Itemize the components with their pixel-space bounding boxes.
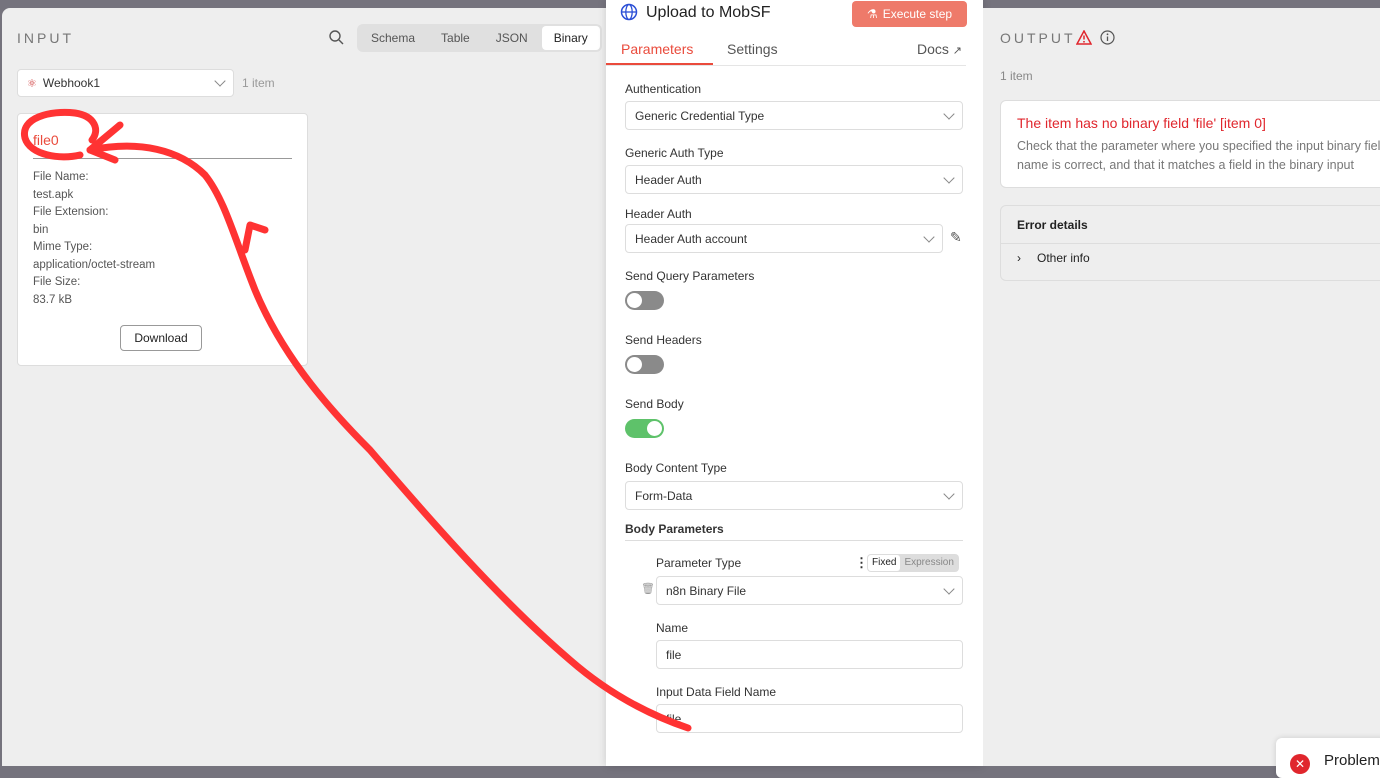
divider xyxy=(625,540,963,541)
input-item-count: 1 item xyxy=(242,76,275,90)
send-query-toggle[interactable] xyxy=(625,291,664,310)
chevron-down-icon xyxy=(214,75,226,87)
mode-fixed[interactable]: Fixed xyxy=(868,555,901,571)
edit-pencil-icon[interactable]: ✎ xyxy=(950,229,962,246)
parameter-type-label: Parameter Type xyxy=(656,556,742,570)
header-auth-label: Header Auth xyxy=(625,207,692,221)
error-description: Check that the parameter where you speci… xyxy=(1017,139,1380,172)
input-data-field-input[interactable]: file xyxy=(656,704,963,733)
error-card: The item has no binary field 'file' [ite… xyxy=(1000,100,1380,188)
header-auth-select[interactable]: Header Auth account xyxy=(625,224,943,253)
chevron-down-icon xyxy=(943,171,955,184)
divider xyxy=(1001,243,1380,244)
parameter-type-select[interactable]: n8n Binary File xyxy=(656,576,963,605)
search-icon[interactable] xyxy=(329,30,344,45)
send-body-label: Send Body xyxy=(625,397,684,411)
output-title: OUTPUT xyxy=(1000,30,1076,46)
error-title: The item has no binary field 'file' [ite… xyxy=(1017,115,1266,131)
field-value: application/octet-stream xyxy=(33,258,156,271)
info-icon[interactable] xyxy=(1100,30,1115,45)
send-headers-toggle[interactable] xyxy=(625,355,664,374)
toast-title: Problem xyxy=(1324,752,1380,769)
field-value: 83.7 kB xyxy=(33,293,72,306)
body-parameters-label: Body Parameters xyxy=(625,522,724,536)
name-input[interactable]: file xyxy=(656,640,963,669)
name-label: Name xyxy=(656,621,689,635)
view-tabs: Schema Table JSON Binary xyxy=(357,24,602,52)
authentication-label: Authentication xyxy=(625,82,702,96)
binary-key: file0 xyxy=(33,132,59,148)
error-toast: ✕ Problem xyxy=(1276,738,1380,778)
other-info-toggle[interactable]: › Other info xyxy=(1017,251,1090,265)
tab-table[interactable]: Table xyxy=(429,26,482,50)
input-title: INPUT xyxy=(17,30,74,46)
external-link-icon: ↗ xyxy=(952,45,963,57)
field-label: File Size: xyxy=(33,276,81,288)
node-title: Upload to MobSF xyxy=(646,4,771,21)
warning-icon xyxy=(1076,30,1092,45)
tab-json[interactable]: JSON xyxy=(484,26,540,50)
body-content-type-select[interactable]: Form-Data xyxy=(625,481,963,510)
send-query-label: Send Query Parameters xyxy=(625,269,755,283)
error-details-label: Error details xyxy=(1017,218,1088,232)
globe-icon xyxy=(620,3,638,21)
chevron-right-icon: › xyxy=(1017,251,1021,265)
trash-icon[interactable]: 🗑 xyxy=(641,582,655,595)
webhook-icon: ⚛ xyxy=(27,77,37,90)
chevron-down-icon xyxy=(943,107,955,120)
flask-icon: ⚗ xyxy=(866,7,878,21)
field-value: bin xyxy=(33,223,49,236)
output-item-count: 1 item xyxy=(1000,69,1033,83)
chevron-down-icon xyxy=(923,230,935,243)
field-label: Mime Type: xyxy=(33,241,93,253)
source-node-select[interactable]: ⚛ Webhook1 xyxy=(17,69,234,97)
generic-auth-type-select[interactable]: Header Auth xyxy=(625,165,963,194)
binary-file-card: file0 File Name: test.apk File Extension:… xyxy=(17,113,308,366)
tab-parameters[interactable]: Parameters xyxy=(621,41,693,57)
docs-link[interactable]: Docs ↗ xyxy=(917,41,962,57)
input-data-field-label: Input Data Field Name xyxy=(656,685,777,699)
field-label: File Name: xyxy=(33,171,89,183)
download-button[interactable]: Download xyxy=(120,325,202,351)
send-headers-label: Send Headers xyxy=(625,333,702,347)
generic-auth-type-label: Generic Auth Type xyxy=(625,146,724,160)
divider xyxy=(606,65,966,66)
send-body-toggle[interactable] xyxy=(625,419,664,438)
chevron-down-icon xyxy=(943,487,955,500)
divider xyxy=(33,158,292,159)
mode-expression[interactable]: Expression xyxy=(900,555,957,571)
body-content-type-label: Body Content Type xyxy=(625,461,727,475)
field-value: test.apk xyxy=(33,188,74,201)
chevron-down-icon xyxy=(943,582,955,595)
tab-schema[interactable]: Schema xyxy=(359,26,427,50)
tab-binary[interactable]: Binary xyxy=(541,26,600,50)
error-icon: ✕ xyxy=(1290,754,1310,774)
field-label: File Extension: xyxy=(33,206,109,218)
authentication-select[interactable]: Generic Credential Type xyxy=(625,101,963,130)
tab-settings[interactable]: Settings xyxy=(727,41,778,57)
error-details-box: Error details › Other info xyxy=(1000,205,1380,281)
execute-step-button[interactable]: ⚗ Execute step xyxy=(852,1,967,27)
